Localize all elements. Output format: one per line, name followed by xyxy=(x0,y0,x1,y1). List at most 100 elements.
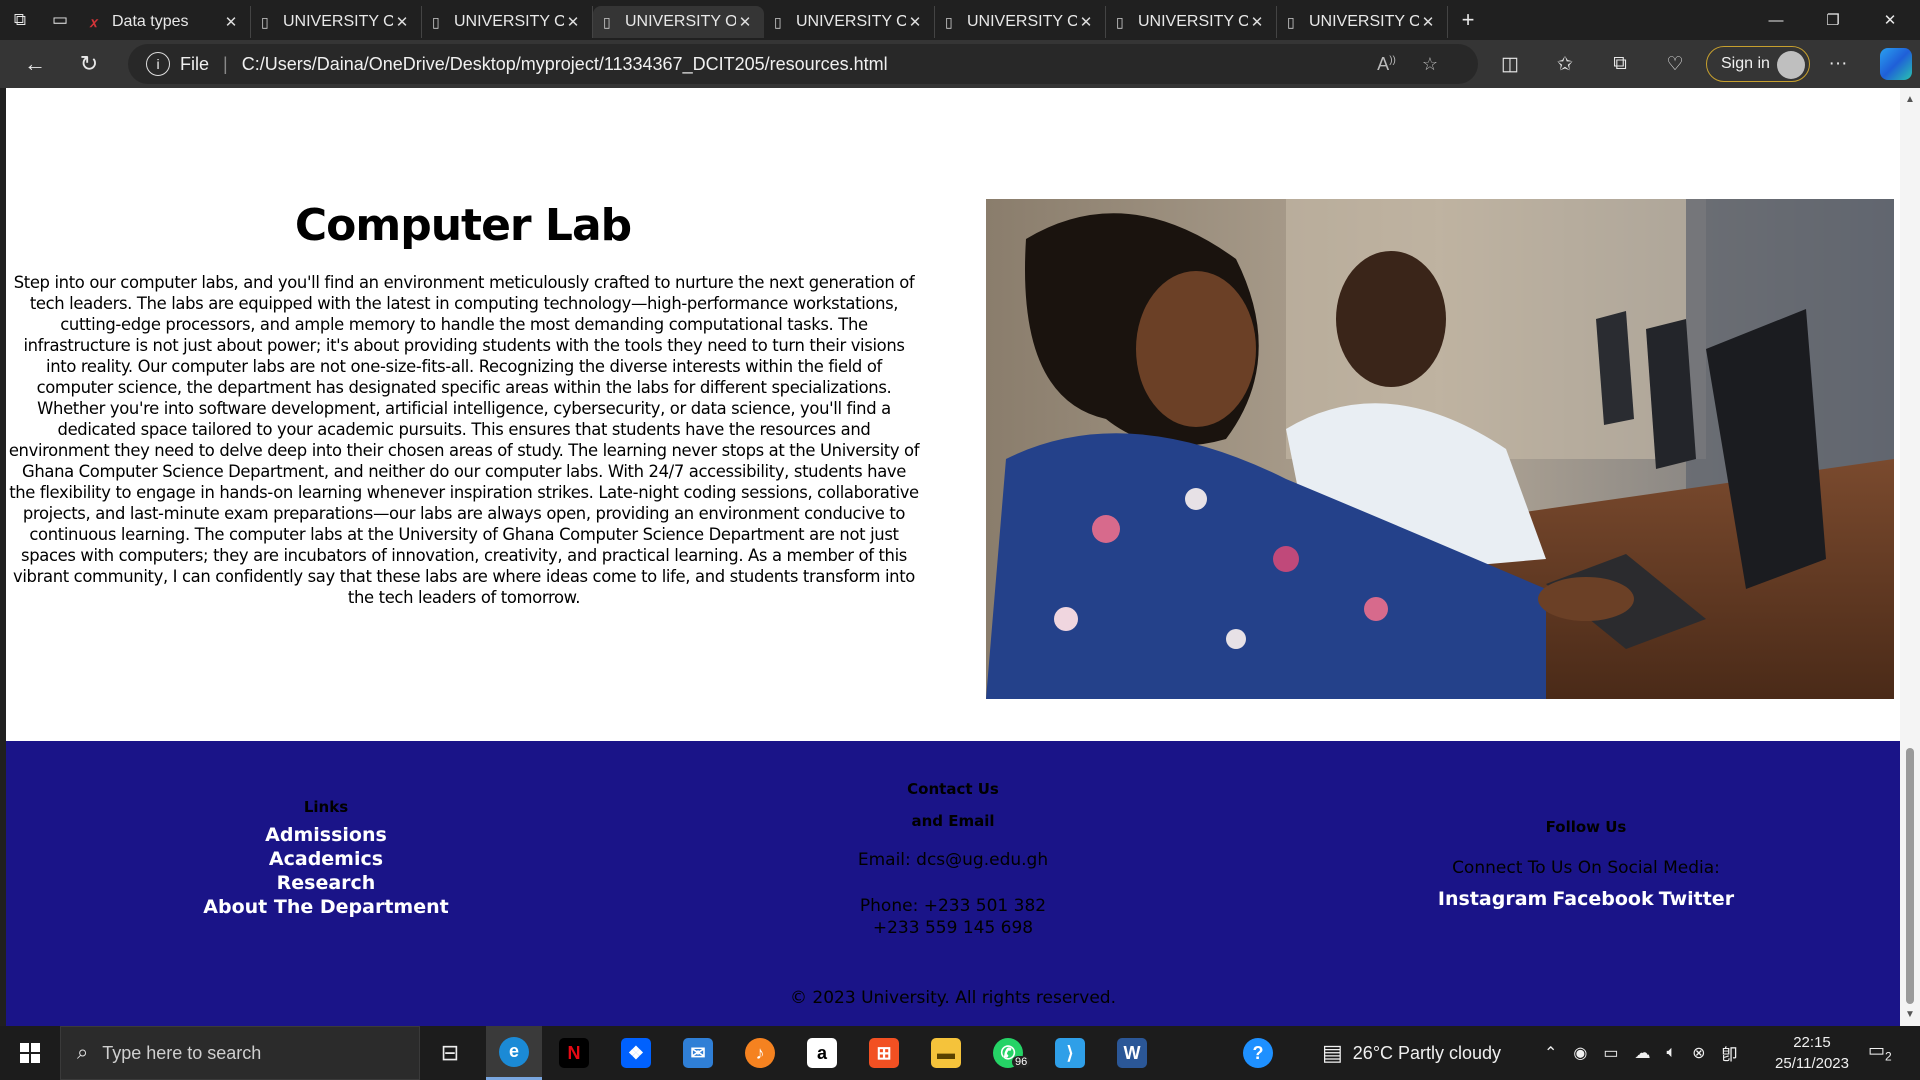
back-icon[interactable]: ← xyxy=(8,44,62,84)
netflix-icon: N xyxy=(559,1038,589,1068)
copilot-icon[interactable] xyxy=(1880,48,1912,80)
browser-tab[interactable]: ▯ UNIVERSITY OF GHANA✕ xyxy=(593,6,764,38)
vscode-icon: ⟩ xyxy=(1055,1038,1085,1068)
minimize-button[interactable]: — xyxy=(1748,0,1804,40)
new-tab-button[interactable]: + xyxy=(1448,7,1488,33)
taskbar-mail[interactable]: ✉ xyxy=(670,1026,726,1080)
sign-in-label: Sign in xyxy=(1721,55,1770,72)
contact-email: Email: dcs@ug.edu.gh xyxy=(857,850,1049,870)
taskbar-explorer[interactable]: ▬ xyxy=(918,1026,974,1080)
footer-link-about[interactable]: About The Department xyxy=(116,895,536,919)
mail-icon: ✉ xyxy=(683,1038,713,1068)
start-button[interactable] xyxy=(0,1026,60,1080)
read-aloud-icon[interactable]: A)) xyxy=(1377,54,1396,75)
system-clock[interactable]: 22:15 25/11/2023 xyxy=(1762,1032,1862,1074)
taskbar-dropbox[interactable]: ❖ xyxy=(608,1026,664,1080)
restore-button[interactable]: ❐ xyxy=(1805,0,1861,40)
input-method-icon[interactable]: 卽 xyxy=(1722,1041,1738,1065)
tab-list: 𝑥Data types✕▯UNIVERSITY OF GHANA✕▯UNIVER… xyxy=(80,2,1448,38)
notification-center[interactable]: ▭2 xyxy=(1868,1040,1908,1064)
performance-icon[interactable]: ♡ xyxy=(1655,40,1695,88)
close-tab-icon[interactable]: ✕ xyxy=(906,13,924,31)
address-bar[interactable]: i File | C:/Users/Daina/OneDrive/Desktop… xyxy=(128,44,1478,84)
task-view-icon[interactable]: ⊟ xyxy=(422,1026,478,1080)
close-tab-icon[interactable]: ✕ xyxy=(1077,13,1095,31)
taskbar-whatsapp[interactable]: ✆ 96 xyxy=(980,1026,1036,1080)
scrollbar-thumb[interactable] xyxy=(1906,748,1914,1004)
close-tab-icon[interactable]: ✕ xyxy=(1419,13,1437,31)
page-icon: ▯ xyxy=(432,13,440,30)
error-icon[interactable]: ⊗ xyxy=(1692,1043,1705,1063)
browser-tab[interactable]: ▯ UNIVERSITY OF GHANA✕ xyxy=(1277,6,1448,38)
social-link-twitter[interactable]: Twitter xyxy=(1659,888,1734,910)
search-icon: ⌕ xyxy=(77,1041,89,1064)
collections-icon[interactable]: ⧉ xyxy=(1600,40,1640,88)
taskbar-fl-studio[interactable]: ♪ xyxy=(732,1026,788,1080)
close-window-button[interactable]: ✕ xyxy=(1862,0,1918,40)
favorites-icon[interactable]: ✩ xyxy=(1545,40,1585,88)
volume-icon[interactable]: 🔈︎ xyxy=(1667,1044,1677,1062)
close-tab-icon[interactable]: ✕ xyxy=(393,13,411,31)
scroll-down-icon[interactable]: ▼ xyxy=(1905,1009,1915,1020)
contact-heading: Contact Us xyxy=(907,780,999,798)
close-tab-icon[interactable]: ✕ xyxy=(222,13,240,31)
clock-date: 25/11/2023 xyxy=(1775,1055,1849,1072)
battery-icon[interactable]: ▭ xyxy=(1603,1043,1618,1063)
scheme-label: File xyxy=(180,53,210,74)
browser-tab[interactable]: 𝑥 Data types ✕ xyxy=(80,6,251,38)
browser-tab[interactable]: ▯ UNIVERSITY OF GHANA✕ xyxy=(251,6,422,38)
refresh-icon[interactable]: ↻ xyxy=(62,44,116,84)
address-url[interactable]: C:/Users/Daina/OneDrive/Desktop/myprojec… xyxy=(242,54,888,75)
fl-studio-icon: ♪ xyxy=(745,1038,775,1068)
close-tab-icon[interactable]: ✕ xyxy=(564,13,582,31)
contact-phone-2: +233 559 145 698 xyxy=(872,918,1034,938)
close-tab-icon[interactable]: ✕ xyxy=(736,13,754,31)
browser-tab[interactable]: ▯ UNIVERSITY OF GHANA✕ xyxy=(1106,6,1277,38)
lab-description: Step into our computer labs, and you'll … xyxy=(8,273,920,607)
sign-in-button[interactable]: Sign in xyxy=(1706,46,1810,82)
taskbar-edge[interactable]: e xyxy=(486,1026,542,1080)
site-info-icon[interactable]: i xyxy=(146,52,170,76)
taskbar-netflix[interactable]: N xyxy=(546,1026,602,1080)
clock-time: 22:15 xyxy=(1793,1034,1831,1051)
taskbar-vscode[interactable]: ⟩ xyxy=(1042,1026,1098,1080)
network-icon[interactable]: ☁ xyxy=(1635,1043,1651,1063)
more-menu-icon[interactable]: ··· xyxy=(1818,40,1858,88)
meet-now-icon[interactable]: ◉ xyxy=(1573,1043,1587,1063)
browser-tab[interactable]: ▯ UNIVERSITY OF GHANA✕ xyxy=(764,6,935,38)
social-link-facebook[interactable]: Facebook xyxy=(1552,888,1653,910)
page-scrollbar[interactable]: ▲ ▼ xyxy=(1900,88,1920,1026)
taskbar-help[interactable]: ? xyxy=(1230,1026,1286,1080)
split-screen-icon[interactable]: ◫ xyxy=(1490,40,1530,88)
weather-widget[interactable]: ▤ 26°C Partly cloudy xyxy=(1322,1026,1501,1080)
taskbar-amazon[interactable]: a xyxy=(794,1026,850,1080)
links-heading: Links xyxy=(303,798,349,816)
tab-actions-icon[interactable]: ▭ xyxy=(40,0,80,40)
whatsapp-badge: 96 xyxy=(1012,1056,1031,1068)
favorite-star-icon[interactable]: ☆ xyxy=(1422,54,1438,75)
address-separator: | xyxy=(223,53,228,74)
taskbar-search[interactable]: ⌕ Type here to search xyxy=(60,1026,420,1080)
favicon-icon: 𝑥 xyxy=(90,13,98,30)
follow-heading: Follow Us xyxy=(1545,818,1627,836)
browser-tab[interactable]: ▯ UNIVERSITY OF GHANA✕ xyxy=(422,6,593,38)
footer-link-research[interactable]: Research xyxy=(116,871,536,895)
store-icon: ⊞ xyxy=(869,1038,899,1068)
browser-tab[interactable]: ▯ UNIVERSITY OF GHANA✕ xyxy=(935,6,1106,38)
tab-title: UNIVERSITY OF GHANA xyxy=(967,13,1077,30)
footer-link-admissions[interactable]: Admissions xyxy=(116,823,536,847)
site-footer: Links Admissions Academics Research Abou… xyxy=(6,741,1900,1026)
taskbar-word[interactable]: W xyxy=(1104,1026,1160,1080)
tab-title: UNIVERSITY OF GHANA xyxy=(283,13,393,30)
tray-overflow-icon[interactable]: ⌃ xyxy=(1544,1043,1557,1063)
tab-strip: ⧉ ▭ 𝑥Data types✕▯UNIVERSITY OF GHANA✕▯UN… xyxy=(0,0,1920,40)
scroll-up-icon[interactable]: ▲ xyxy=(1905,94,1915,105)
footer-link-academics[interactable]: Academics xyxy=(116,847,536,871)
contact-heading-email: and Email xyxy=(911,812,995,830)
tab-title: UNIVERSITY OF GHANA xyxy=(1138,13,1248,30)
social-links: Instagram Facebook Twitter xyxy=(1376,887,1796,911)
taskbar-store[interactable]: ⊞ xyxy=(856,1026,912,1080)
workspaces-icon[interactable]: ⧉ xyxy=(0,0,40,40)
close-tab-icon[interactable]: ✕ xyxy=(1248,13,1266,31)
social-link-instagram[interactable]: Instagram xyxy=(1438,888,1547,910)
